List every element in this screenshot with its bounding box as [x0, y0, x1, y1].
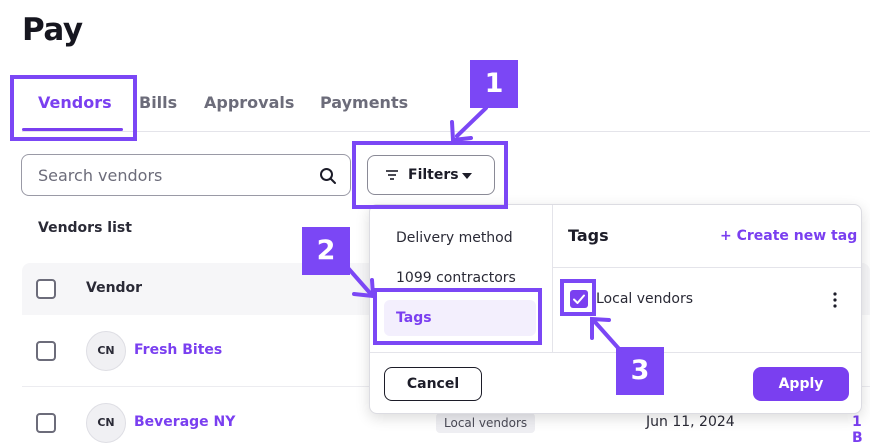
- annotation-arrows: [346, 106, 622, 352]
